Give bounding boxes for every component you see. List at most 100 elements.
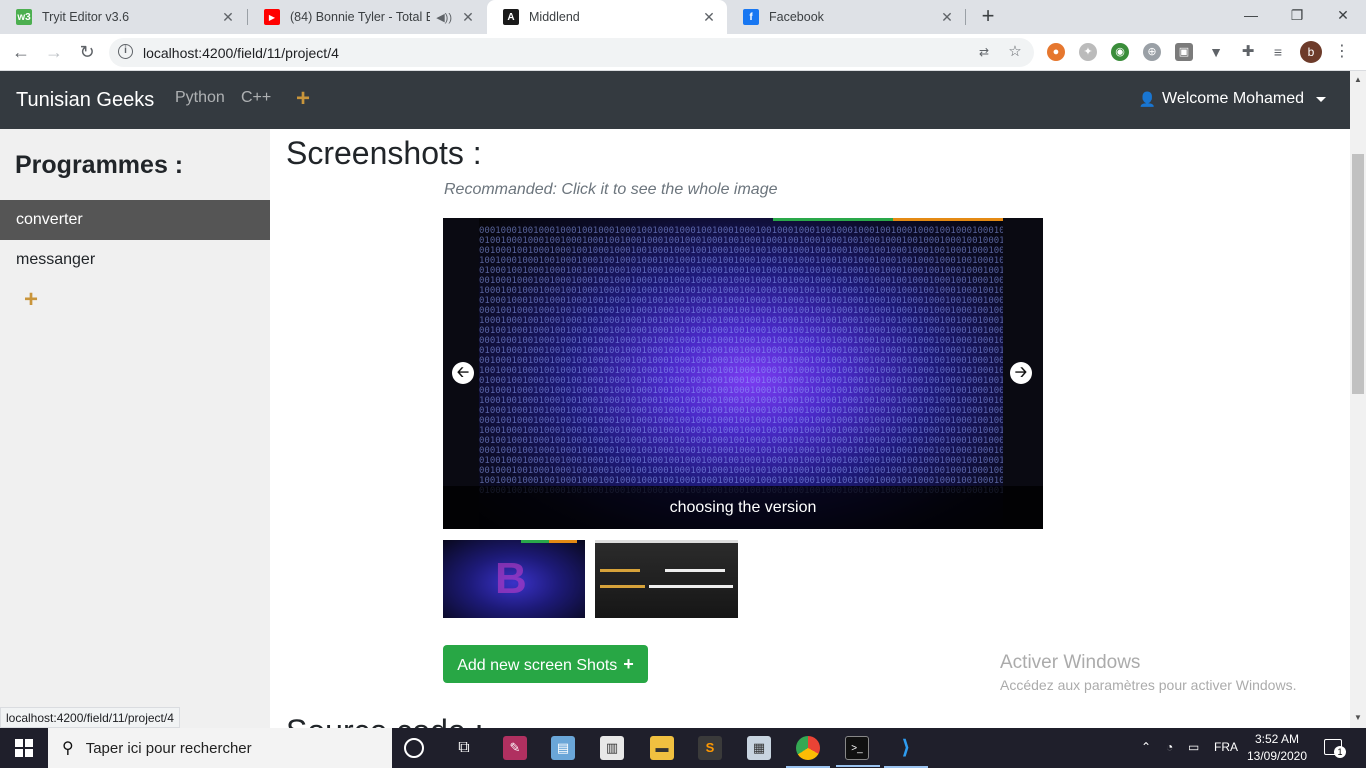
paint-app-icon[interactable]: ✎ bbox=[503, 736, 527, 760]
image-strip bbox=[549, 540, 577, 543]
address-url[interactable]: localhost:4200/field/11/project/4 bbox=[143, 45, 339, 61]
media-control-icon[interactable]: ≡ bbox=[1269, 43, 1287, 61]
forward-arrow-icon[interactable]: → bbox=[41, 39, 67, 65]
system-monitor-icon[interactable]: ▦ bbox=[747, 736, 771, 760]
language-indicator[interactable]: FRA bbox=[1214, 740, 1238, 754]
activate-windows-title: Activer Windows bbox=[1000, 652, 1141, 673]
w3schools-favicon-icon: w3 bbox=[16, 9, 32, 25]
browser-toolbar: ← → ↻ i localhost:4200/field/11/project/… bbox=[0, 34, 1366, 71]
profile-avatar[interactable]: b bbox=[1300, 41, 1322, 63]
add-screenshots-button[interactable]: Add new screen Shots + bbox=[443, 645, 648, 683]
extension-lock-icon[interactable]: ▣ bbox=[1175, 43, 1193, 61]
task-view-icon[interactable]: ⧉ bbox=[452, 736, 476, 760]
activate-windows-subtitle: Accédez aux paramètres pour activer Wind… bbox=[1000, 677, 1297, 693]
screenshots-heading: Screenshots : bbox=[286, 135, 482, 171]
facebook-favicon-icon: f bbox=[743, 9, 759, 25]
sublime-text-icon[interactable]: S bbox=[698, 736, 722, 760]
tab-title: Tryit Editor v3.6 bbox=[42, 10, 130, 24]
source-code-heading: Source code : bbox=[286, 713, 483, 728]
windows-taskbar: ⚲ Taper ici pour rechercher ⧉ ✎ ▤ ▥ ▬ S … bbox=[0, 728, 1366, 768]
taskbar-search-box[interactable]: ⚲ Taper ici pour rechercher bbox=[48, 728, 392, 768]
extensions-puzzle-icon[interactable]: ✚ bbox=[1239, 43, 1257, 61]
scroll-up-arrow-icon[interactable]: ▲ bbox=[1354, 75, 1362, 84]
close-tab-icon[interactable]: ✕ bbox=[937, 9, 957, 26]
cortana-icon[interactable] bbox=[404, 738, 424, 758]
close-tab-icon[interactable]: ✕ bbox=[699, 9, 719, 26]
tab-youtube[interactable]: ▶ (84) Bonnie Tyler - Total Eclip ◀)) ✕ bbox=[248, 0, 486, 34]
tab-title: Facebook bbox=[769, 10, 824, 24]
extension-firefox-like-icon[interactable]: ● bbox=[1047, 43, 1065, 61]
screenshot-thumbnail-1[interactable]: B bbox=[443, 540, 585, 618]
screenshot-thumbnail-2[interactable] bbox=[595, 540, 738, 618]
binary-pattern: 0001000100100010001001000100010010001000… bbox=[479, 226, 1003, 496]
chrome-icon[interactable] bbox=[786, 736, 830, 768]
carousel-caption: choosing the version bbox=[669, 499, 817, 516]
extension-globe-icon[interactable]: ◉ bbox=[1111, 43, 1129, 61]
clock-time: 3:52 AM bbox=[1254, 732, 1300, 746]
nav-link-cpp[interactable]: C++ bbox=[241, 89, 271, 107]
document-app-icon[interactable]: ▥ bbox=[600, 736, 624, 760]
nav-link-python[interactable]: Python bbox=[175, 89, 225, 107]
add-programme-plus-icon[interactable]: + bbox=[24, 286, 38, 314]
notifications-icon[interactable]: 1 bbox=[1324, 739, 1346, 758]
browser-menu-icon[interactable]: ⋮ bbox=[1332, 41, 1352, 63]
address-bar[interactable]: i localhost:4200/field/11/project/4 ⇄ ☆ bbox=[109, 38, 1034, 67]
audio-playing-icon[interactable]: ◀)) bbox=[436, 11, 452, 24]
translate-icon[interactable]: ⇄ bbox=[975, 43, 993, 61]
clock-date: 13/09/2020 bbox=[1246, 749, 1308, 763]
vscode-icon[interactable]: ⟩ bbox=[884, 736, 928, 768]
restore-icon[interactable]: ❐ bbox=[1274, 0, 1320, 34]
bitcoin-glyph: B bbox=[495, 554, 527, 603]
tab-title: (84) Bonnie Tyler - Total Eclip bbox=[290, 10, 431, 24]
tab-divider bbox=[965, 9, 966, 25]
user-icon: 👤 bbox=[1138, 90, 1157, 107]
site-info-icon[interactable]: i bbox=[118, 44, 133, 59]
sidebar-item-converter[interactable]: converter bbox=[0, 200, 270, 240]
bookmark-star-icon[interactable]: ☆ bbox=[1006, 43, 1024, 61]
terminal-icon[interactable]: >_ bbox=[836, 736, 880, 767]
close-tab-icon[interactable]: ✕ bbox=[458, 9, 478, 26]
reload-icon[interactable]: ↻ bbox=[74, 39, 100, 65]
user-menu-dropdown[interactable]: 👤 Welcome Mohamed bbox=[1139, 90, 1326, 108]
close-tab-icon[interactable]: ✕ bbox=[218, 9, 238, 26]
start-button[interactable] bbox=[0, 728, 48, 768]
extension-world-icon[interactable]: ⊕ bbox=[1143, 43, 1161, 61]
tab-facebook[interactable]: f Facebook ✕ bbox=[727, 0, 965, 34]
thumbnail-text-line bbox=[600, 569, 640, 572]
page-scrollbar[interactable]: ▲ ▼ bbox=[1350, 71, 1366, 728]
image-strip bbox=[773, 218, 893, 221]
thumbnail-input-line bbox=[665, 569, 725, 572]
minimize-icon[interactable]: — bbox=[1228, 0, 1274, 34]
sidebar-item-messanger[interactable]: messanger bbox=[0, 240, 270, 280]
main-content: Screenshots : Recommanded: Click it to s… bbox=[270, 129, 1350, 728]
angular-favicon-icon: A bbox=[503, 9, 519, 25]
file-explorer-icon[interactable]: ▬ bbox=[650, 736, 674, 760]
plus-icon: + bbox=[623, 654, 634, 674]
back-arrow-icon[interactable]: ← bbox=[8, 39, 34, 65]
extension-v-icon[interactable]: ▼ bbox=[1207, 43, 1225, 61]
tab-tryit-editor[interactable]: w3 Tryit Editor v3.6 ✕ bbox=[0, 0, 246, 34]
close-window-icon[interactable]: ✕ bbox=[1320, 0, 1366, 34]
thumbnail-input-line bbox=[649, 585, 733, 588]
new-tab-plus-icon[interactable]: + bbox=[976, 4, 1000, 30]
carousel-prev-arrow-icon[interactable]: 🡠 bbox=[452, 362, 474, 384]
scroll-down-arrow-icon[interactable]: ▼ bbox=[1354, 713, 1362, 722]
youtube-favicon-icon: ▶ bbox=[264, 9, 280, 25]
tab-middlend[interactable]: A Middlend ✕ bbox=[487, 0, 727, 34]
carousel-next-arrow-icon[interactable]: 🡢 bbox=[1010, 362, 1032, 384]
battery-icon[interactable]: ▭ bbox=[1188, 740, 1199, 754]
brand-link[interactable]: Tunisian Geeks bbox=[16, 89, 154, 112]
network-wifi-icon[interactable]: ◔ bbox=[1166, 740, 1173, 754]
notes-app-icon[interactable]: ▤ bbox=[551, 736, 575, 760]
extension-puzzle-gray-icon[interactable]: ✦ bbox=[1079, 43, 1097, 61]
add-screenshots-label: Add new screen Shots bbox=[457, 657, 618, 674]
screenshot-carousel[interactable]: 0001000100100010001001000100010010001000… bbox=[443, 218, 1043, 529]
site-navbar: Tunisian Geeks Python C++ + 👤 Welcome Mo… bbox=[0, 71, 1350, 129]
status-bar-url: localhost:4200/field/11/project/4 bbox=[0, 707, 180, 728]
scrollbar-thumb[interactable] bbox=[1352, 154, 1364, 394]
add-field-plus-icon[interactable]: + bbox=[296, 85, 310, 113]
windows-logo-icon bbox=[15, 739, 33, 757]
tray-chevron-up-icon[interactable]: ⌃ bbox=[1141, 740, 1151, 754]
taskbar-search-placeholder: Taper ici pour rechercher bbox=[85, 739, 252, 757]
taskbar-clock[interactable]: 3:52 AM 13/09/2020 bbox=[1244, 731, 1310, 765]
